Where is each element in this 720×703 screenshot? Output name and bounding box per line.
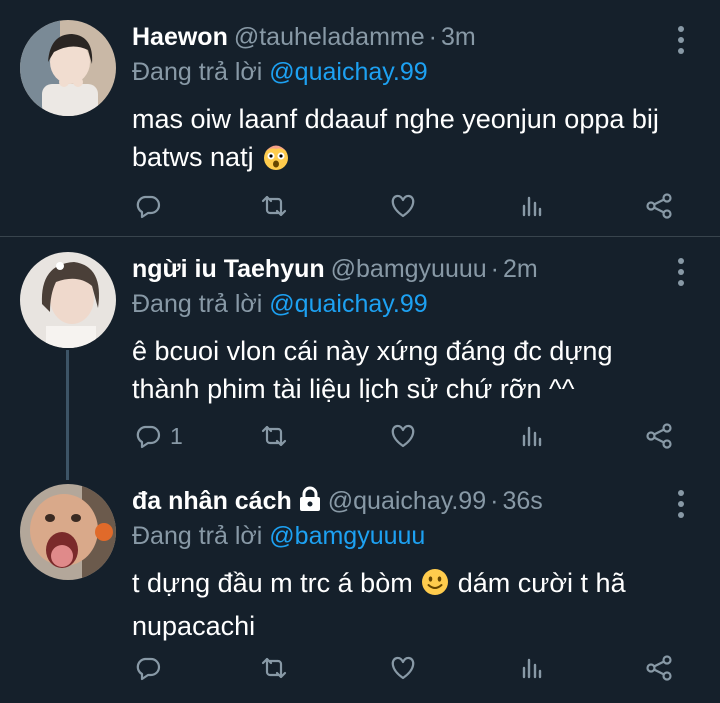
tweet-text-line: nupacachi	[132, 611, 256, 641]
replying-to-label: Đang trả lời	[132, 522, 263, 550]
tweet-text-content: mas oiw laanf ddaauf nghe yeonjun oppa b…	[132, 104, 659, 172]
reply-button[interactable]: 1	[134, 418, 183, 454]
reply-button[interactable]	[134, 188, 162, 224]
tweet-text: t dựng đầu m trc á bòm dám cười t hã nup…	[132, 564, 692, 645]
display-name[interactable]: Haewon	[132, 23, 228, 51]
display-name[interactable]: đa nhân cách	[132, 487, 292, 515]
tweet-text-part: dám cười t hã	[457, 568, 626, 598]
analytics-button[interactable]	[518, 418, 546, 454]
timestamp[interactable]: 3m	[441, 23, 476, 51]
tweet-divider	[0, 236, 720, 237]
analytics-button[interactable]	[518, 188, 546, 224]
avatar-taehyun[interactable]	[20, 252, 116, 348]
replying-to: Đang trả lời @quaichay.99	[132, 56, 428, 88]
lock-icon	[298, 486, 322, 521]
tweet-quaichay[interactable]: đa nhân cách @quaichay.99 · 36s Đang trả lờ…	[0, 484, 720, 694]
tweet-taehyun[interactable]: ngừi iu Taehyun @bamgyuuuu · 2m Đang trả lờ…	[0, 252, 720, 468]
tweet-actions: 1	[132, 418, 692, 454]
tweet-text: ê bcuoi vlon cái này xứng đáng đc dựng t…	[132, 332, 692, 408]
tweet-actions	[132, 650, 692, 686]
retweet-button[interactable]	[258, 188, 290, 224]
tweet-actions	[132, 188, 692, 224]
replying-to: Đang trả lời @quaichay.99	[132, 288, 428, 320]
user-handle[interactable]: @quaichay.99	[328, 487, 486, 515]
like-button[interactable]	[388, 650, 418, 686]
share-icon	[646, 655, 672, 681]
share-button[interactable]	[644, 418, 674, 454]
replying-to: Đang trả lời @bamgyuuuu	[132, 520, 425, 552]
replying-to-mention[interactable]: @quaichay.99	[269, 58, 427, 86]
avatar-haewon[interactable]	[20, 20, 116, 116]
reply-icon	[136, 195, 161, 219]
slightly-smiling-face-emoji	[420, 567, 450, 607]
heart-icon	[391, 424, 415, 448]
retweet-icon	[261, 425, 287, 447]
retweet-icon	[261, 657, 287, 679]
tweet-header: Haewon @tauheladamme · 3m	[132, 20, 476, 54]
share-icon	[646, 423, 672, 449]
more-options-icon[interactable]	[678, 258, 686, 291]
more-options-icon[interactable]	[678, 490, 686, 523]
tweet-text-line: t dựng đầu m trc á bòm dám cười t hã	[132, 564, 692, 607]
reply-count: 1	[170, 422, 183, 449]
separator-dot: ·	[490, 487, 499, 515]
user-handle[interactable]: @bamgyuuuu	[331, 255, 487, 283]
heart-icon	[391, 194, 415, 218]
analytics-button[interactable]	[518, 650, 546, 686]
user-handle[interactable]: @tauheladamme	[234, 23, 425, 51]
separator-dot: ·	[428, 23, 437, 51]
display-name[interactable]: ngừi iu Taehyun	[132, 255, 325, 283]
tweet-header: đa nhân cách @quaichay.99 · 36s	[132, 484, 543, 518]
tweet-haewon[interactable]: Haewon @tauheladamme · 3m Đang trả lời @qua…	[0, 20, 720, 236]
replying-to-label: Đang trả lời	[132, 290, 263, 318]
tweet-header: ngừi iu Taehyun @bamgyuuuu · 2m	[132, 252, 538, 286]
timestamp[interactable]: 2m	[503, 255, 538, 283]
analytics-icon	[522, 426, 542, 447]
replying-to-mention[interactable]: @bamgyuuuu	[269, 522, 425, 550]
reply-icon	[136, 657, 161, 681]
heart-icon	[391, 656, 415, 680]
separator-dot: ·	[490, 255, 499, 283]
analytics-icon	[522, 658, 542, 679]
tweet-text-line: thành phim tài liệu lịch sử chứ rỡn ^^	[132, 374, 575, 404]
analytics-icon	[522, 196, 542, 217]
like-button[interactable]	[388, 418, 418, 454]
share-button[interactable]	[644, 188, 674, 224]
retweet-button[interactable]	[258, 418, 290, 454]
timestamp[interactable]: 36s	[502, 487, 542, 515]
share-icon	[646, 193, 672, 219]
tweet-text-part: t dựng đầu m trc á bòm	[132, 568, 413, 598]
avatar-quaichay[interactable]	[20, 484, 116, 580]
replying-to-label: Đang trả lời	[132, 58, 263, 86]
tweet-text-line: ê bcuoi vlon cái này xứng đáng đc dựng	[132, 336, 613, 366]
more-options-icon[interactable]	[678, 26, 686, 59]
reply-button[interactable]	[134, 650, 162, 686]
share-button[interactable]	[644, 650, 674, 686]
like-button[interactable]	[388, 188, 418, 224]
retweet-icon	[261, 195, 287, 217]
reply-icon	[136, 425, 161, 449]
replying-to-mention[interactable]: @quaichay.99	[269, 290, 427, 318]
retweet-button[interactable]	[258, 650, 290, 686]
tweet-text: mas oiw laanf ddaauf nghe yeonjun oppa b…	[132, 100, 692, 181]
astonished-face-emoji	[261, 141, 291, 181]
